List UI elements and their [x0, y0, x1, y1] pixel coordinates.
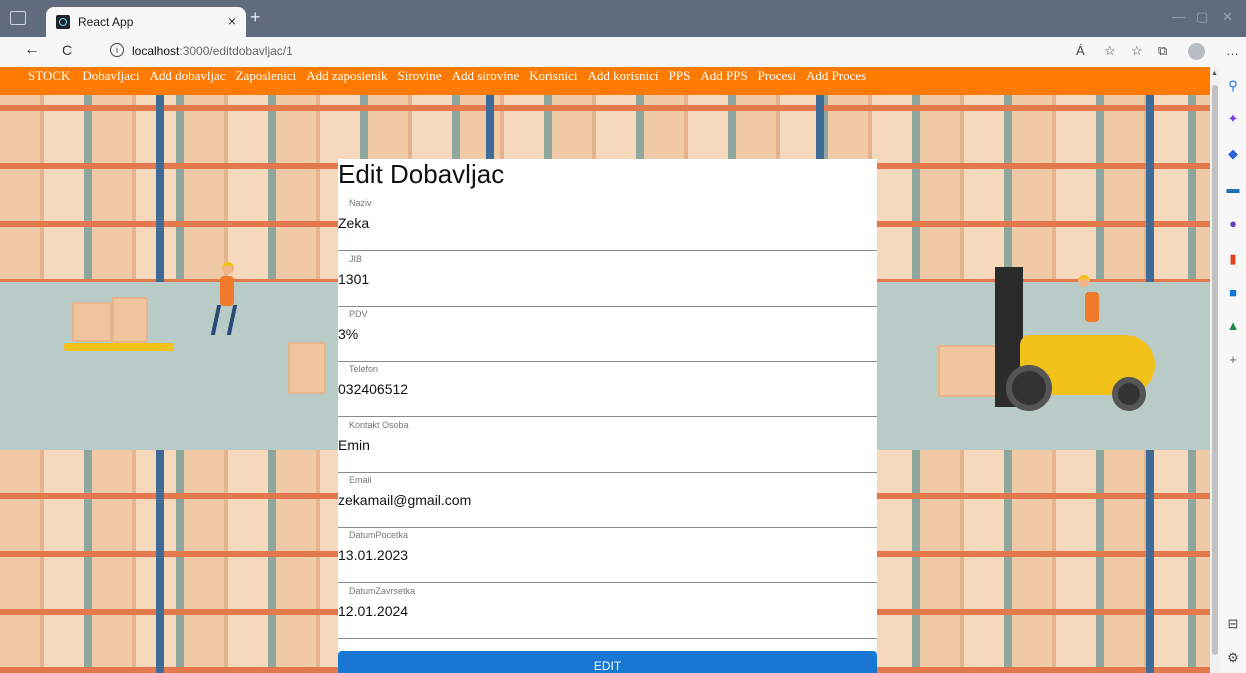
driver-illustration — [1085, 292, 1099, 322]
datum-pocetka-field[interactable]: DatumPocetka — [338, 527, 877, 583]
address-bar: ← C i localhost:3000/editdobavljac/1 Á … — [0, 37, 1246, 67]
email-field[interactable]: Email — [338, 472, 877, 528]
naziv-field[interactable]: Naziv — [338, 195, 877, 251]
url-host: localhost — [132, 44, 180, 58]
back-icon[interactable]: ← — [24, 41, 40, 59]
box-illustration — [72, 302, 112, 342]
naziv-input[interactable] — [338, 215, 868, 231]
favorite-icon[interactable]: ☆ — [1104, 43, 1116, 59]
edit-dobavljac-form: Edit Dobavljac Naziv JIB PDV Telefon Kon… — [338, 159, 877, 673]
tab-title: React App — [78, 15, 134, 29]
kontakt-osoba-input[interactable] — [338, 437, 868, 453]
page-scrollbar[interactable]: ▲ — [1210, 67, 1220, 673]
url-field[interactable]: localhost:3000/editdobavljac/1 — [132, 44, 293, 58]
forklift-wheel-illustration — [1112, 377, 1146, 411]
pdv-field[interactable]: PDV — [338, 306, 877, 362]
nav-link-dobavljaci[interactable]: Dobavljaci — [82, 68, 139, 84]
box-illustration — [288, 342, 326, 394]
minimize-icon[interactable]: — — [1172, 9, 1185, 24]
kontakt-osoba-field[interactable]: Kontakt Osoba — [338, 417, 877, 473]
tag-icon[interactable]: ◆ — [1226, 147, 1240, 161]
plus-icon[interactable]: + — [1226, 353, 1240, 367]
nav-link-add-proces[interactable]: Add Proces — [806, 68, 866, 84]
url-path: :3000/editdobavljac/1 — [179, 44, 293, 58]
read-aloud-icon[interactable]: Á — [1076, 43, 1085, 58]
box-illustration — [112, 297, 148, 343]
datum-zavrsetka-input[interactable] — [338, 603, 868, 619]
pdv-input[interactable] — [338, 326, 868, 342]
outlook-icon[interactable]: ■ — [1226, 286, 1240, 300]
tree-icon[interactable]: ▲ — [1226, 319, 1240, 333]
datum-pocetka-label: DatumPocetka — [349, 530, 409, 540]
nav-link-sirovine[interactable]: Sirovine — [398, 68, 442, 84]
datum-zavrsetka-field[interactable]: DatumZavrsetka — [338, 583, 877, 639]
scroll-up-icon[interactable]: ▲ — [1211, 70, 1218, 77]
jib-field[interactable]: JIB — [338, 251, 877, 307]
pallet-jack-illustration — [64, 343, 174, 351]
nav-link-add-korisnici[interactable]: Add korisnici — [587, 68, 658, 84]
nav-link-zaposlenici[interactable]: Zaposlenici — [236, 68, 297, 84]
worker-illustration — [220, 276, 234, 306]
email-label: Email — [349, 475, 372, 485]
datum-pocetka-input[interactable] — [338, 547, 868, 563]
favorites-icon[interactable]: ☆ — [1131, 43, 1143, 59]
nav-link-add-zaposlenik[interactable]: Add zaposlenik — [306, 68, 387, 84]
jib-input[interactable] — [338, 271, 868, 287]
telefon-label: Telefon — [349, 364, 379, 374]
telefon-field[interactable]: Telefon — [338, 361, 877, 417]
site-info-icon[interactable]: i — [110, 43, 124, 57]
nav-link-add-sirovine[interactable]: Add sirovine — [452, 68, 520, 84]
form-title: Edit Dobavljac — [338, 159, 505, 189]
close-window-icon[interactable]: ✕ — [1222, 9, 1233, 25]
nav-link-add-pps[interactable]: Add PPS — [700, 68, 747, 84]
scroll-thumb[interactable] — [1212, 85, 1218, 655]
panel-icon[interactable]: ⊟ — [1226, 617, 1240, 631]
naziv-label: Naziv — [349, 198, 372, 208]
pdv-label: PDV — [349, 309, 368, 319]
new-tab-icon[interactable]: + — [250, 7, 261, 28]
kontakt-osoba-label: Kontakt Osoba — [349, 420, 409, 430]
people-icon[interactable]: ● — [1226, 217, 1240, 231]
sparkle-icon[interactable]: ✦ — [1226, 112, 1240, 126]
reload-icon[interactable]: C — [62, 42, 72, 58]
forklift-wheel-illustration — [1006, 365, 1052, 411]
worker-head-illustration — [222, 262, 234, 274]
office-icon[interactable]: ▮ — [1226, 252, 1240, 266]
profile-avatar-icon[interactable] — [1188, 43, 1205, 60]
briefcase-icon[interactable]: ▬ — [1226, 182, 1240, 196]
nav-link-pps[interactable]: PPS — [669, 68, 691, 84]
datum-zavrsetka-label: DatumZavrsetka — [349, 586, 416, 596]
search-icon[interactable]: ⚲ — [1226, 79, 1240, 93]
nav-link-add-dobavljac[interactable]: Add dobavljac — [149, 68, 225, 84]
nav-link-stock[interactable]: STOCK — [28, 68, 70, 84]
app-nav-bar: STOCK Dobavljaci Add dobavljac Zaposlenici A… — [0, 67, 1210, 95]
telefon-input[interactable] — [338, 381, 868, 397]
browser-titlebar: React App × + — ▢ ✕ — [0, 0, 1246, 37]
settings-icon[interactable]: ⚙ — [1226, 651, 1240, 665]
tab-actions-icon[interactable] — [10, 11, 26, 25]
edge-sidebar: ⚲ ✦ ◆ ▬ ● ▮ ■ ▲ + ⊟ ⚙ — [1220, 67, 1246, 673]
box-illustration — [938, 345, 998, 397]
collections-icon[interactable]: ⧉ — [1158, 43, 1167, 59]
jib-label: JIB — [349, 254, 363, 264]
edit-button[interactable]: EDIT — [338, 651, 877, 673]
nav-link-procesi[interactable]: Procesi — [758, 68, 796, 84]
tab-close-icon[interactable]: × — [228, 13, 236, 29]
browser-tab[interactable]: React App × — [46, 7, 246, 37]
react-favicon-icon — [56, 15, 70, 29]
nav-link-korisnici[interactable]: Korisnici — [529, 68, 577, 84]
page-viewport: STOCK Dobavljaci Add dobavljac Zaposlenici A… — [0, 67, 1210, 673]
email-input[interactable] — [338, 492, 868, 508]
more-icon[interactable]: … — [1226, 43, 1239, 58]
driver-head-illustration — [1078, 275, 1090, 287]
maximize-icon[interactable]: ▢ — [1196, 9, 1208, 25]
